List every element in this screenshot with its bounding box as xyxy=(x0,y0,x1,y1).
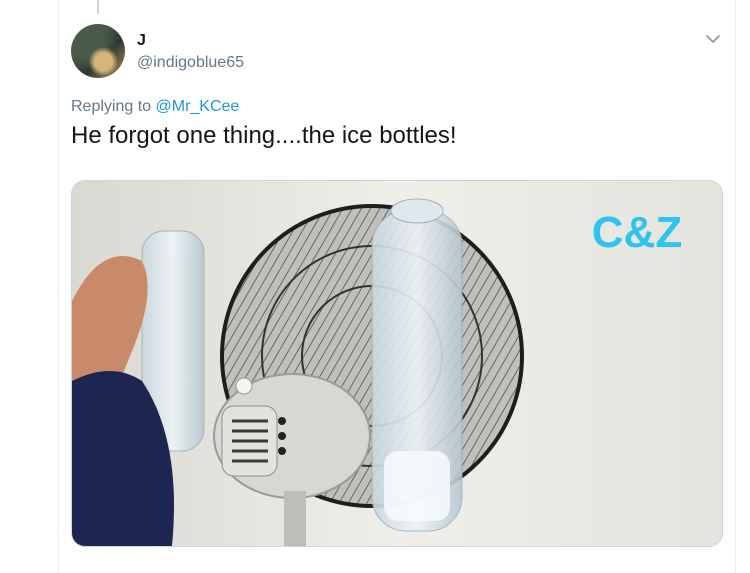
fan-photo: C&Z xyxy=(72,181,722,546)
replying-to: Replying to @Mr_KCee xyxy=(71,98,239,116)
thread-line xyxy=(97,0,99,14)
avatar[interactable] xyxy=(71,24,125,78)
replying-to-prefix: Replying to xyxy=(71,98,156,115)
chevron-down-icon[interactable] xyxy=(704,30,722,48)
tweet-media[interactable]: C&Z xyxy=(71,180,723,547)
user-handle[interactable]: @indigoblue65 xyxy=(137,54,244,72)
tweet-text: He forgot one thing....the ice bottles! xyxy=(71,122,457,149)
display-name[interactable]: J xyxy=(137,32,146,50)
replying-to-link[interactable]: @Mr_KCee xyxy=(156,98,240,115)
watermark-text: C&Z xyxy=(592,208,682,257)
